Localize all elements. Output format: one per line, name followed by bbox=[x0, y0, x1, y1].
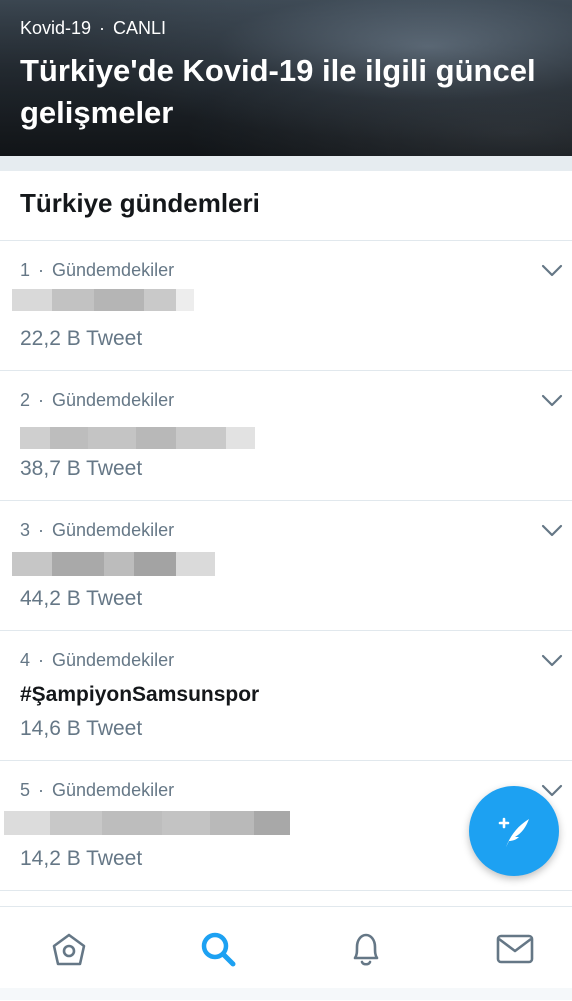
notifications-icon[interactable] bbox=[346, 929, 386, 969]
compose-tweet-icon bbox=[498, 817, 529, 847]
trend-context: Gündemdekiler bbox=[52, 520, 175, 540]
compose-tweet-button[interactable] bbox=[469, 786, 559, 876]
trend-meta: 1 · Gündemdekiler bbox=[20, 260, 174, 281]
redacted-trend-name bbox=[20, 427, 255, 449]
section-gap bbox=[0, 156, 572, 171]
messages-icon[interactable] bbox=[495, 929, 535, 969]
system-bar bbox=[0, 988, 572, 1000]
redacted-trend-name bbox=[12, 552, 215, 576]
trend-rank: 3 bbox=[20, 520, 31, 540]
trend-meta: 4 · Gündemdekiler bbox=[20, 650, 174, 671]
hero-banner[interactable]: Kovid-19 · CANLI Türkiye'de Kovid-19 ile… bbox=[0, 0, 572, 156]
section-title: Türkiye gündemleri bbox=[20, 188, 260, 218]
trend-meta: 5 · Gündemdekiler bbox=[20, 780, 174, 801]
trend-context: Gündemdekiler bbox=[52, 650, 175, 670]
search-icon[interactable] bbox=[198, 929, 238, 969]
hero-separator: · bbox=[99, 18, 106, 38]
trend-separator: · bbox=[38, 520, 45, 540]
trend-meta: 2 · Gündemdekiler bbox=[20, 390, 174, 411]
trend-tweet-count: 14,6 B Tweet bbox=[20, 717, 143, 740]
home-icon[interactable] bbox=[49, 929, 89, 969]
trend-name: #ŞampiyonSamsunspor bbox=[20, 683, 260, 706]
trend-tweet-count: 38,7 B Tweet bbox=[20, 457, 143, 480]
trend-rank: 2 bbox=[20, 390, 31, 410]
chevron-down-icon[interactable] bbox=[540, 263, 564, 279]
chevron-down-icon[interactable] bbox=[540, 393, 564, 409]
trend-meta: 3 · Gündemdekiler bbox=[20, 520, 174, 541]
trend-item[interactable]: 3 · Gündemdekiler 44,2 B Tweet bbox=[0, 501, 572, 630]
trend-tweet-count: 14,2 B Tweet bbox=[20, 847, 143, 870]
hero-title: Türkiye'de Kovid-19 ile ilgili güncel ge… bbox=[20, 53, 536, 130]
trend-separator: · bbox=[38, 650, 45, 670]
trend-rank: 5 bbox=[20, 780, 31, 800]
trend-context: Gündemdekiler bbox=[52, 260, 175, 280]
redacted-trend-name bbox=[4, 811, 290, 835]
chevron-down-icon[interactable] bbox=[540, 523, 564, 539]
hero-status: CANLI bbox=[113, 18, 167, 38]
hero-category: Kovid-19 bbox=[20, 18, 92, 38]
trend-tweet-count: 22,2 B Tweet bbox=[20, 327, 143, 350]
divider bbox=[0, 890, 572, 891]
trend-rank: 4 bbox=[20, 650, 31, 670]
redacted-trend-name bbox=[12, 289, 194, 311]
chevron-down-icon[interactable] bbox=[540, 653, 564, 669]
trend-tweet-count: 44,2 B Tweet bbox=[20, 587, 143, 610]
trend-separator: · bbox=[38, 390, 45, 410]
trend-rank: 1 bbox=[20, 260, 31, 280]
trend-context: Gündemdekiler bbox=[52, 780, 175, 800]
bottom-navigation bbox=[0, 906, 572, 1001]
trend-separator: · bbox=[38, 260, 45, 280]
trend-context: Gündemdekiler bbox=[52, 390, 175, 410]
trend-separator: · bbox=[38, 780, 45, 800]
trend-item[interactable]: 4 · Gündemdekiler #ŞampiyonSamsunspor 14… bbox=[0, 631, 572, 760]
trend-item[interactable]: 1 · Gündemdekiler 22,2 B Tweet bbox=[0, 241, 572, 370]
trend-item[interactable]: 2 · Gündemdekiler 38,7 B Tweet bbox=[0, 371, 572, 500]
hero-meta: Kovid-19 · CANLI bbox=[20, 18, 166, 39]
